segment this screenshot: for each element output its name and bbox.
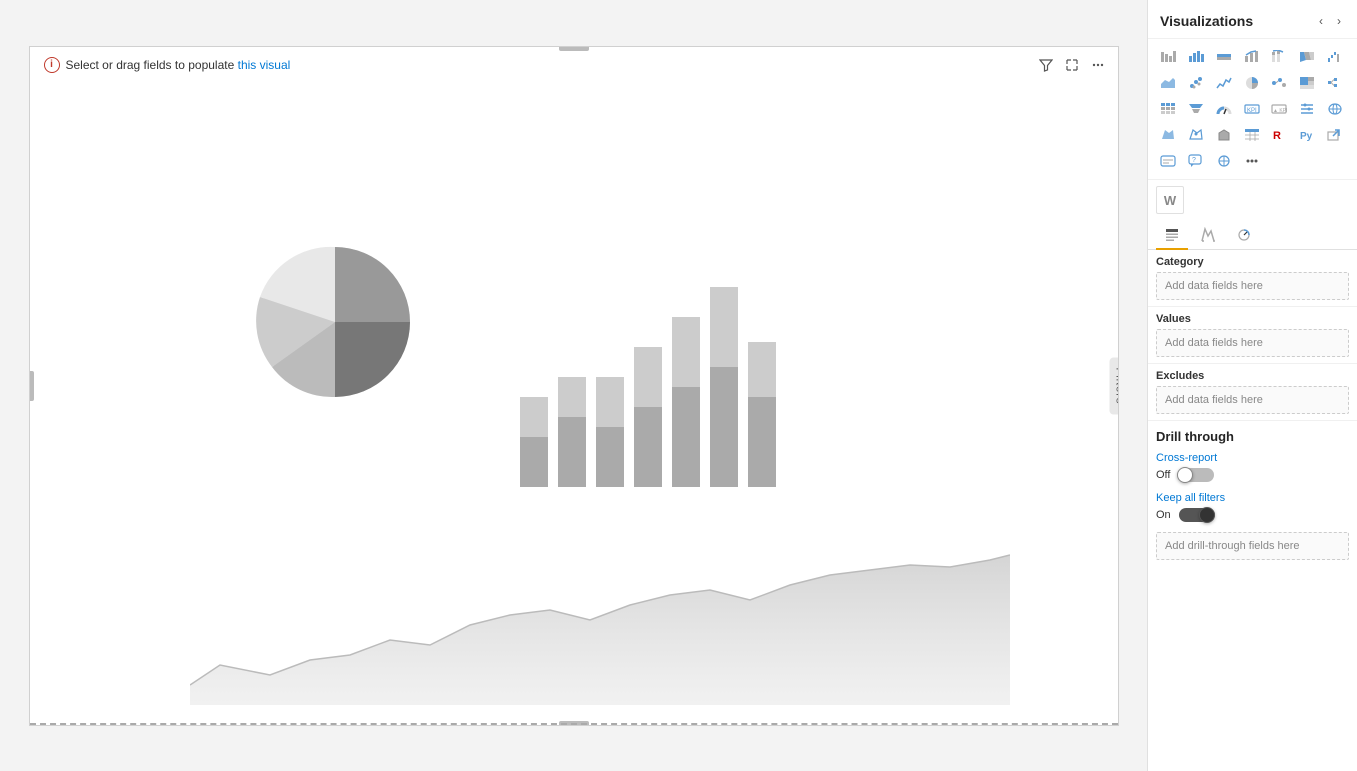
- bar-group-1: [520, 397, 548, 487]
- bar-group-2: [558, 377, 586, 487]
- keep-filters-label: Keep all filters: [1156, 492, 1349, 504]
- viz-shape-map[interactable]: [1212, 123, 1236, 147]
- info-link[interactable]: this visual: [238, 58, 291, 72]
- viz-gauge[interactable]: [1212, 97, 1236, 121]
- values-label: Values: [1156, 313, 1349, 325]
- svg-text:▲ KPI: ▲ KPI: [1273, 108, 1287, 114]
- visual-info-bar: i Select or drag fields to populate this…: [44, 57, 291, 73]
- svg-text:R: R: [1273, 130, 1281, 142]
- drill-through-drop-area[interactable]: Add drill-through fields here: [1156, 532, 1349, 560]
- svg-text:KPI: KPI: [1247, 108, 1257, 114]
- viz-tabs: [1148, 214, 1357, 250]
- cross-report-toggle[interactable]: [1178, 468, 1214, 482]
- values-section: Values Add data fields here: [1148, 307, 1357, 364]
- keep-filters-toggle-row: On: [1156, 508, 1349, 522]
- category-drop-area[interactable]: Add data fields here: [1156, 272, 1349, 300]
- panel-collapse-btn[interactable]: ‹: [1315, 12, 1327, 30]
- viz-funnel[interactable]: [1184, 97, 1208, 121]
- panel-title: Visualizations: [1160, 13, 1253, 29]
- viz-r-script[interactable]: R: [1267, 123, 1291, 147]
- visual-toolbar: [1036, 55, 1108, 75]
- resize-handle-top[interactable]: [559, 46, 589, 51]
- viz-qa[interactable]: ?: [1184, 149, 1208, 173]
- excludes-drop-area[interactable]: Add data fields here: [1156, 386, 1349, 414]
- viz-area[interactable]: [1156, 71, 1180, 95]
- keep-filters-toggle-thumb: [1199, 507, 1215, 523]
- viz-map[interactable]: [1323, 97, 1347, 121]
- panel-expand-btn[interactable]: ›: [1333, 12, 1345, 30]
- area-chart: [190, 485, 1010, 705]
- viz-smart-narrative[interactable]: [1156, 149, 1180, 173]
- pie-chart: [250, 237, 420, 407]
- category-section: Category Add data fields here: [1148, 250, 1357, 307]
- viz-100-bar[interactable]: [1212, 45, 1236, 69]
- viz-more-visuals[interactable]: [1240, 149, 1264, 173]
- viz-line-stacked[interactable]: [1267, 45, 1291, 69]
- svg-text:Py: Py: [1300, 131, 1313, 142]
- bar-group-5: [672, 317, 700, 487]
- excludes-label: Excludes: [1156, 370, 1349, 382]
- panel-chevrons: ‹ ›: [1315, 12, 1345, 30]
- viz-scatter[interactable]: [1184, 71, 1208, 95]
- tab-fields[interactable]: [1156, 222, 1188, 250]
- viz-python[interactable]: Py: [1295, 123, 1319, 147]
- excludes-section: Excludes Add data fields here: [1148, 364, 1357, 421]
- viz-key-influencers[interactable]: [1267, 71, 1291, 95]
- viz-slicer[interactable]: [1295, 97, 1319, 121]
- viz-export[interactable]: [1323, 123, 1347, 147]
- viz-azure-map[interactable]: [1184, 123, 1208, 147]
- bar-group-3: [596, 377, 624, 487]
- bar-chart: [520, 207, 776, 487]
- viz-matrix[interactable]: [1156, 97, 1180, 121]
- viz-card[interactable]: KPI: [1240, 97, 1264, 121]
- info-text: Select or drag fields to populate this v…: [66, 58, 291, 72]
- viz-stacked-bar[interactable]: [1156, 45, 1180, 69]
- visualizations-panel: Visualizations ‹ ›: [1147, 0, 1357, 771]
- viz-decomp-tree[interactable]: [1323, 71, 1347, 95]
- selected-viz-w-icon[interactable]: W: [1156, 186, 1184, 214]
- keep-filters-toggle[interactable]: [1179, 508, 1215, 522]
- tab-analytics[interactable]: [1228, 222, 1260, 250]
- more-toolbar-icon[interactable]: [1088, 55, 1108, 75]
- viz-waterfall[interactable]: [1323, 45, 1347, 69]
- tab-format[interactable]: [1192, 222, 1224, 250]
- drill-through-section: Drill through Cross-report Off Keep all …: [1148, 421, 1357, 564]
- drill-through-title: Drill through: [1156, 429, 1349, 444]
- values-drop-area[interactable]: Add data fields here: [1156, 329, 1349, 357]
- viz-pie[interactable]: [1240, 71, 1264, 95]
- viz-table[interactable]: [1240, 123, 1264, 147]
- panel-header: Visualizations ‹ ›: [1148, 0, 1357, 39]
- viz-treemap[interactable]: [1295, 71, 1319, 95]
- expand-toolbar-icon[interactable]: [1062, 55, 1082, 75]
- main-canvas: i Select or drag fields to populate this…: [0, 0, 1147, 771]
- cross-report-label: Cross-report: [1156, 452, 1349, 464]
- cross-report-toggle-row: Off: [1156, 468, 1349, 482]
- visual-container: i Select or drag fields to populate this…: [29, 46, 1119, 726]
- viz-icon-grid: KPI ▲ KPI R Py: [1148, 39, 1357, 180]
- category-label: Category: [1156, 256, 1349, 268]
- keep-filters-on-label: On: [1156, 509, 1171, 521]
- filters-tab[interactable]: Filters: [1109, 357, 1118, 414]
- viz-kpi[interactable]: ▲ KPI: [1267, 97, 1291, 121]
- resize-handle-left[interactable]: [29, 371, 34, 401]
- viz-filled-map[interactable]: [1156, 123, 1180, 147]
- info-icon: i: [44, 57, 60, 73]
- bar-group-4: [634, 347, 662, 487]
- svg-text:?: ?: [1192, 157, 1196, 164]
- viz-custom-viz[interactable]: [1212, 149, 1236, 173]
- bar-group-7: [748, 342, 776, 487]
- viz-line-clustered[interactable]: [1240, 45, 1264, 69]
- selected-viz-row: W: [1148, 180, 1357, 214]
- viz-ribbon[interactable]: [1295, 45, 1319, 69]
- dotted-border-bottom: [30, 723, 1118, 725]
- viz-clustered-bar[interactable]: [1184, 45, 1208, 69]
- viz-line[interactable]: [1212, 71, 1236, 95]
- filter-toolbar-icon[interactable]: [1036, 55, 1056, 75]
- bar-group-6: [710, 287, 738, 487]
- cross-report-off-label: Off: [1156, 469, 1170, 481]
